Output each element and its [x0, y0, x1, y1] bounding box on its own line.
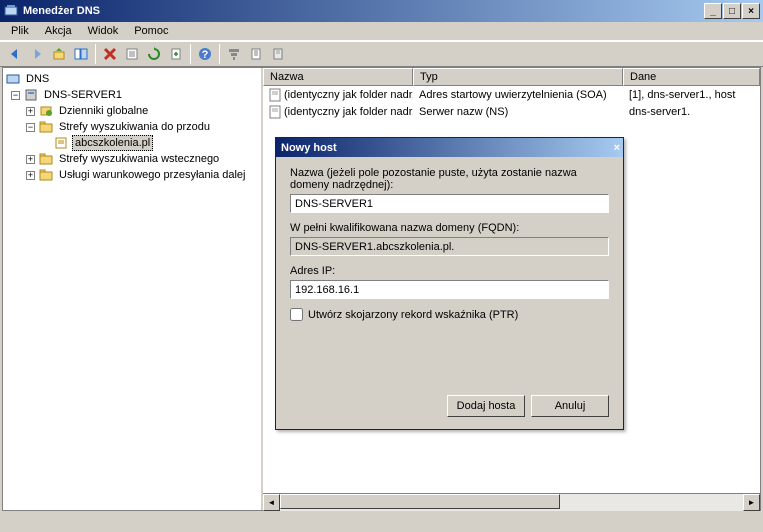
menubar: Plik Akcja Widok Pomoc: [0, 22, 763, 41]
column-name[interactable]: Nazwa: [263, 68, 413, 86]
tree-forward-zones[interactable]: − Strefy wyszukiwania do przodu: [5, 119, 259, 135]
dialog-titlebar[interactable]: Nowy host ×: [276, 138, 623, 157]
tree-pane: DNS − DNS-SERVER1 + Dzienniki globalne −…: [3, 68, 263, 510]
list-button[interactable]: [245, 43, 267, 65]
dialog-close-button[interactable]: ×: [614, 142, 620, 154]
expand-icon[interactable]: +: [26, 171, 35, 180]
delete-button[interactable]: [99, 43, 121, 65]
tree-conditional-fwd[interactable]: + Usługi warunkowego przesyłania dalej: [5, 167, 259, 183]
expand-icon[interactable]: +: [26, 155, 35, 164]
tree-root[interactable]: DNS: [5, 71, 259, 87]
new-host-dialog: Nowy host × Nazwa (jeżeli pole pozostani…: [275, 137, 624, 430]
fqdn-label: W pełni kwalifikowana nazwa domeny (FQDN…: [290, 222, 609, 234]
folder-icon: [38, 167, 54, 183]
scroll-right-button[interactable]: ►: [743, 494, 760, 511]
back-button[interactable]: [4, 43, 26, 65]
zone-icon: [53, 135, 69, 151]
window-titlebar: Menedżer DNS _ □ ×: [0, 0, 763, 22]
close-button[interactable]: ×: [742, 3, 760, 19]
menu-view[interactable]: Widok: [81, 23, 126, 39]
ptr-label: Utwórz skojarzony rekord wskaźnika (PTR): [308, 309, 518, 321]
refresh-button[interactable]: [143, 43, 165, 65]
app-icon: [3, 3, 19, 19]
list2-button[interactable]: [267, 43, 289, 65]
collapse-icon[interactable]: −: [11, 91, 20, 100]
properties-button[interactable]: [121, 43, 143, 65]
help-button[interactable]: ?: [194, 43, 216, 65]
tree-server[interactable]: − DNS-SERVER1: [5, 87, 259, 103]
menu-file[interactable]: Plik: [4, 23, 36, 39]
maximize-button[interactable]: □: [723, 3, 741, 19]
logs-icon: [38, 103, 54, 119]
scroll-thumb[interactable]: [280, 494, 560, 509]
tree-zone-selected[interactable]: abcszkolenia.pl: [5, 135, 259, 151]
menu-action[interactable]: Akcja: [38, 23, 79, 39]
list-header: Nazwa Typ Dane: [263, 68, 760, 86]
filter-button[interactable]: [223, 43, 245, 65]
record-icon: [269, 88, 281, 102]
name-label: Nazwa (jeżeli pole pozostanie puste, uży…: [290, 167, 609, 191]
cancel-button[interactable]: Anuluj: [531, 395, 609, 417]
expand-icon[interactable]: +: [26, 107, 35, 116]
toolbar: ?: [0, 41, 763, 67]
scroll-left-button[interactable]: ◄: [263, 494, 280, 511]
menu-help[interactable]: Pomoc: [127, 23, 175, 39]
tree-reverse-zones[interactable]: + Strefy wyszukiwania wstecznego: [5, 151, 259, 167]
show-hide-button[interactable]: [70, 43, 92, 65]
name-input[interactable]: [290, 194, 609, 213]
minimize-button[interactable]: _: [704, 3, 722, 19]
dialog-title: Nowy host: [279, 142, 614, 154]
collapse-icon[interactable]: −: [26, 123, 35, 132]
column-type[interactable]: Typ: [413, 68, 623, 86]
tree-global-logs[interactable]: + Dzienniki globalne: [5, 103, 259, 119]
forward-button[interactable]: [26, 43, 48, 65]
svg-text:?: ?: [202, 49, 209, 61]
folder-icon: [38, 151, 54, 167]
folder-icon: [38, 119, 54, 135]
up-button[interactable]: [48, 43, 70, 65]
dns-icon: [5, 71, 21, 87]
record-icon: [269, 105, 281, 119]
column-data[interactable]: Dane: [623, 68, 760, 86]
export-button[interactable]: [165, 43, 187, 65]
ip-label: Adres IP:: [290, 265, 609, 277]
fqdn-input: [290, 237, 609, 256]
ip-input[interactable]: [290, 280, 609, 299]
ptr-checkbox[interactable]: [290, 308, 303, 321]
server-icon: [23, 87, 39, 103]
window-title: Menedżer DNS: [23, 5, 703, 17]
record-row[interactable]: (identyczny jak folder nadrzę... Serwer …: [263, 103, 760, 120]
add-host-button[interactable]: Dodaj hosta: [447, 395, 525, 417]
horizontal-scrollbar[interactable]: ◄ ►: [263, 493, 760, 510]
record-row[interactable]: (identyczny jak folder nadrzę... Adres s…: [263, 86, 760, 103]
